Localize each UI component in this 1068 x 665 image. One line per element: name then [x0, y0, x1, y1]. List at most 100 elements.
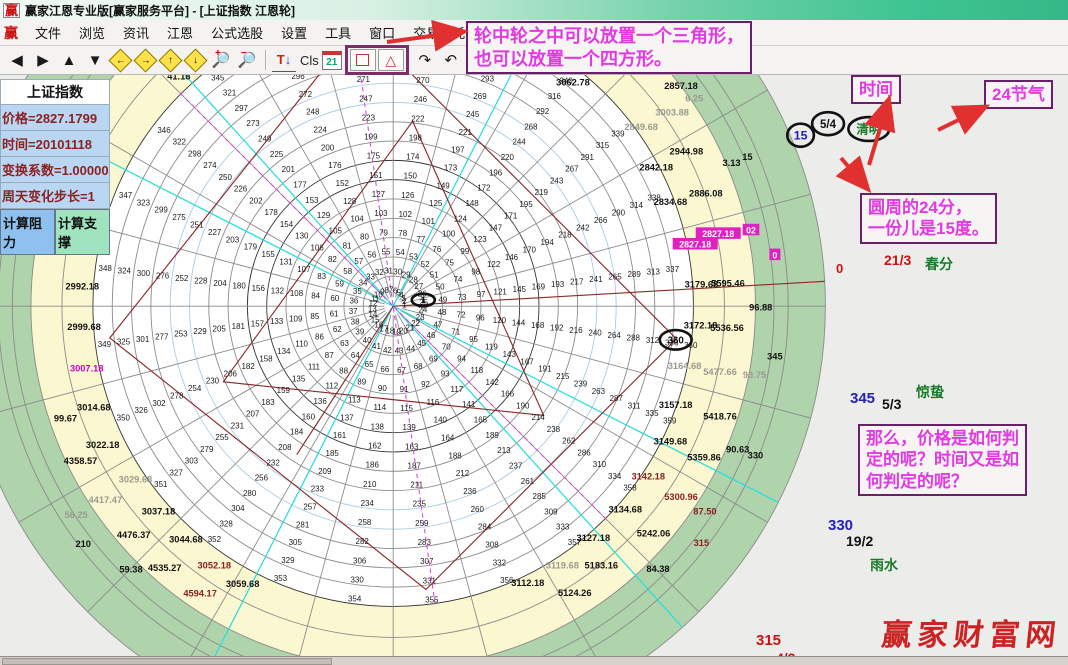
spiral-number: 179: [244, 243, 258, 252]
spiral-number: 29: [402, 270, 411, 279]
spiral-number: 352: [208, 535, 222, 544]
spiral-number: 40: [363, 336, 372, 345]
menu-news[interactable]: 资讯: [114, 20, 158, 45]
app-icon: 赢: [3, 3, 20, 18]
diamond-up-icon[interactable]: ↑: [158, 48, 182, 72]
spiral-number: 337: [666, 265, 680, 274]
spiral-number: 236: [463, 487, 477, 496]
spiral-number: 273: [246, 119, 260, 128]
spiral-number: 225: [270, 150, 284, 159]
side-label-0: 0: [836, 261, 843, 276]
spiral-number: 79: [379, 228, 388, 237]
spiral-number: 210: [363, 480, 377, 489]
up-icon[interactable]: ▲: [57, 48, 81, 72]
menu-file[interactable]: 文件: [26, 20, 70, 45]
price-label: 96.88: [749, 303, 772, 313]
spiral-number: 148: [465, 199, 479, 208]
spiral-number: 209: [318, 467, 332, 476]
spiral-number: 150: [404, 172, 418, 181]
spiral-number: 82: [328, 255, 337, 264]
menu-tools[interactable]: 工具: [316, 20, 360, 45]
tool-tip-line1: 轮中轮之中可以放置一个三角形，: [474, 25, 744, 48]
spiral-number: 108: [290, 289, 304, 298]
price-label: 5183.16: [585, 560, 619, 570]
spiral-number: 249: [258, 135, 272, 144]
calendar-icon[interactable]: 21: [322, 51, 342, 70]
price-label: 59.38: [119, 565, 142, 575]
spiral-number: 268: [524, 122, 538, 131]
spiral-number: 196: [489, 168, 503, 177]
zoom-out-icon[interactable]: 🔎−: [235, 48, 259, 72]
menu-formula-stock-pick[interactable]: 公式选股: [202, 20, 272, 45]
diamond-left-icon[interactable]: ←: [108, 48, 132, 72]
price-label: 3059.68: [226, 579, 260, 589]
spiral-number: 101: [422, 217, 436, 226]
diamond-down-icon[interactable]: ↓: [183, 48, 207, 72]
calc-resistance-button[interactable]: 计算阻力: [0, 209, 55, 255]
back-icon[interactable]: ◀: [5, 48, 29, 72]
diamond-right-icon[interactable]: →: [133, 48, 157, 72]
spiral-number: 152: [336, 179, 350, 188]
spiral-number: 175: [367, 152, 381, 161]
price-label: 315: [694, 538, 710, 548]
spiral-number: 72: [457, 311, 466, 320]
index-name: 上证指数: [0, 79, 110, 105]
spiral-number: 122: [487, 260, 501, 269]
highlighted-price-label: 2827.18: [702, 229, 734, 239]
spiral-number: 7: [389, 286, 394, 295]
spiral-number: 149: [436, 181, 450, 190]
zoom-in-icon[interactable]: 🔎+: [209, 48, 233, 72]
menu-window[interactable]: 窗口: [360, 20, 404, 45]
spiral-number: 37: [349, 307, 358, 316]
circled-1: 1: [421, 295, 426, 305]
price-row: 价格=2827.1799: [0, 105, 110, 131]
spiral-number: 78: [398, 229, 407, 238]
spiral-number: 192: [550, 323, 564, 332]
spiral-number: 76: [432, 245, 441, 254]
spiral-number: 33: [366, 272, 375, 281]
calc-support-button[interactable]: 计算支撑: [55, 209, 110, 255]
square-tool-button[interactable]: [350, 49, 376, 71]
spiral-number: 359: [663, 416, 677, 425]
price-label: 6.25: [685, 94, 703, 104]
scrollbar-thumb[interactable]: [2, 658, 332, 665]
spiral-number: 278: [170, 391, 184, 400]
cls-button[interactable]: Cls: [300, 53, 319, 68]
menu-trade[interactable]: 交易委托: [404, 20, 474, 45]
spiral-number: 41: [372, 342, 381, 351]
down-icon[interactable]: ▼: [83, 48, 107, 72]
rotate-ccw-icon[interactable]: ↶: [439, 48, 463, 72]
spiral-number: 333: [556, 523, 570, 532]
spiral-number: 110: [295, 340, 308, 349]
menu-settings[interactable]: 设置: [272, 20, 316, 45]
spiral-number: 166: [501, 390, 515, 399]
spiral-number: 38: [351, 318, 360, 327]
spiral-number: 182: [241, 362, 255, 371]
forward-icon[interactable]: ▶: [31, 48, 55, 72]
t-down-icon[interactable]: T↓: [272, 48, 296, 72]
horizontal-scrollbar[interactable]: [0, 656, 1068, 665]
spiral-number: 313: [647, 268, 661, 277]
triangle-tool-button[interactable]: △: [378, 49, 404, 71]
spiral-number: 272: [299, 90, 313, 99]
price-label: 345: [767, 351, 783, 361]
time-row: 时间=20101118: [0, 131, 110, 157]
rotate-cw-icon[interactable]: ↷: [413, 48, 437, 72]
spiral-number: 239: [574, 379, 588, 388]
price-label: 2857.18: [664, 81, 698, 91]
info-panel: 上证指数 价格=2827.1799 时间=20101118 变换系数=1.000…: [0, 79, 110, 255]
menu-browse[interactable]: 浏览: [70, 20, 114, 45]
price-label: 87.50: [693, 506, 716, 516]
gann-wheel-chart[interactable]: 1234567891011121314151617181920212223242…: [0, 75, 1068, 656]
spiral-number: 335: [645, 409, 659, 418]
spiral-number: 258: [358, 518, 372, 527]
menu-gann[interactable]: 江恩: [158, 20, 202, 45]
spiral-number: 271: [357, 75, 371, 84]
side-label-5/3: 5/3: [882, 396, 901, 412]
spiral-number: 330: [351, 575, 365, 584]
spiral-number: 221: [459, 128, 473, 137]
spiral-number: 231: [231, 421, 245, 430]
brand-icon: 赢: [4, 23, 18, 43]
spiral-number: 117: [451, 385, 464, 394]
price-label: 5359.86: [687, 452, 721, 462]
